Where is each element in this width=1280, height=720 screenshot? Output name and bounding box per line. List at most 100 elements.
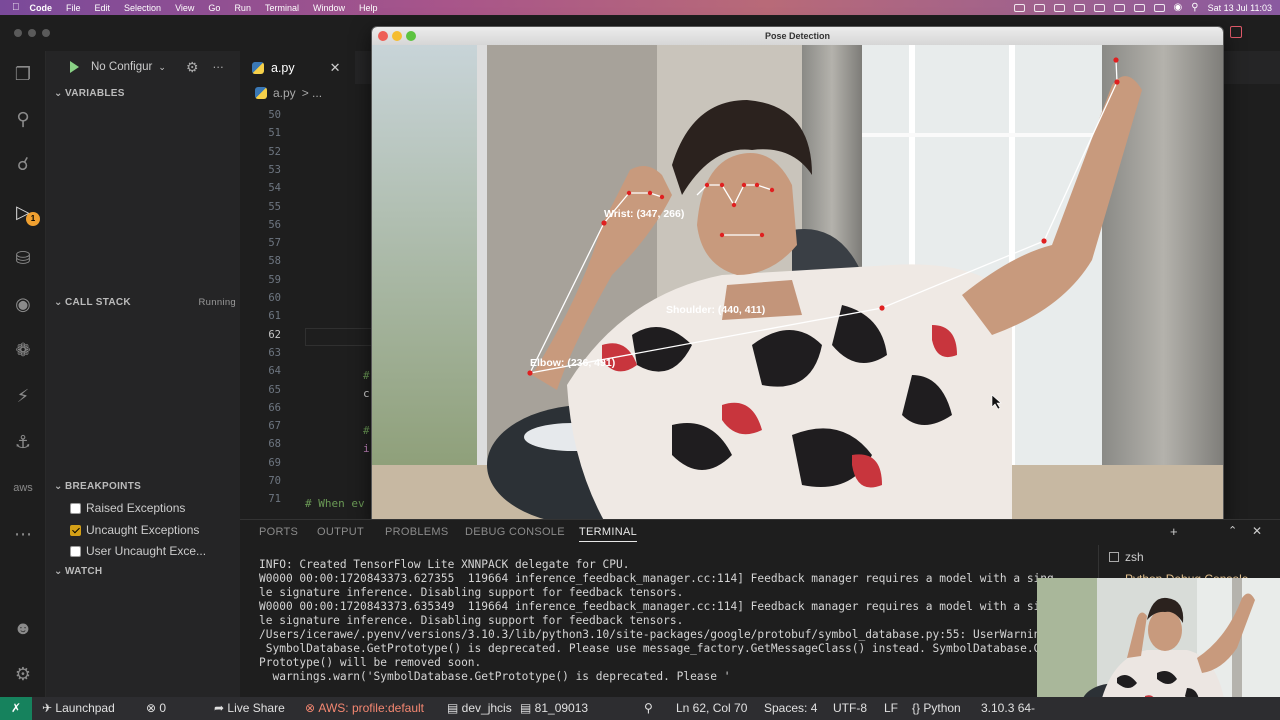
line-number[interactable]: 55 [268,201,281,213]
apple-icon[interactable]:  [12,2,20,13]
menu-file[interactable]: File [66,3,81,13]
menu-app-name[interactable]: Code [30,3,53,13]
line-number[interactable]: 68 [268,438,281,450]
code-fragment[interactable]: i [363,442,370,455]
tab-terminal[interactable]: TERMINAL [579,526,638,542]
line-number[interactable]: 60 [268,292,281,304]
line-number[interactable]: 59 [268,274,281,286]
docker-icon[interactable]: ⚓ [10,429,36,455]
github-icon[interactable]: ◉ [10,291,36,317]
wifi-icon[interactable]: ◉ [1174,2,1183,13]
layout-toggle-icon[interactable] [1230,26,1242,38]
explorer-icon[interactable]: ❐ [10,61,36,87]
pose-window-titlebar[interactable]: Pose Detection [372,27,1223,45]
line-number[interactable]: 66 [268,402,281,414]
line-number[interactable]: 70 [268,475,281,487]
line-number[interactable]: 71 [268,493,281,505]
tab-problems[interactable]: PROBLEMS [385,526,449,538]
more-actions-icon[interactable]: ⋯ [212,60,224,74]
python-interpreter[interactable]: 3.10.3 64- [981,697,1035,720]
code-fragment[interactable]: # When ev [305,497,365,510]
search-icon[interactable]: ☌ [10,151,36,177]
branch-indicator-2[interactable]: ▤ 81_09013 [520,697,588,720]
start-debugging-icon[interactable] [70,61,79,73]
aws-icon[interactable]: aws [10,475,36,501]
window-minimize-button[interactable] [28,29,36,37]
pose-detection-window[interactable]: Pose Detection Wrist: (347, 266) Shoulde… [371,26,1224,525]
tray-icon[interactable] [1093,3,1105,12]
gear-icon[interactable]: ⚙ [186,59,199,76]
battery-icon[interactable] [1153,3,1165,12]
tray-icon[interactable] [1113,3,1125,12]
line-number[interactable]: 63 [268,347,281,359]
menu-view[interactable]: View [175,3,194,13]
terminal-item-zsh[interactable]: zsh [1109,550,1144,564]
add-terminal-icon[interactable]: + [1170,524,1178,539]
menu-window[interactable]: Window [313,3,345,13]
checkbox-checked[interactable] [70,524,81,536]
launchpad-button[interactable]: ✈ Launchpad [42,697,115,720]
menubar-clock[interactable]: Sat 13 Jul 11:03 [1208,3,1272,13]
tray-icon[interactable] [1073,3,1085,12]
menu-terminal[interactable]: Terminal [265,3,299,13]
line-number[interactable]: 54 [268,182,281,194]
end-of-line[interactable]: LF [884,697,898,720]
line-number[interactable]: 58 [268,255,281,267]
chevron-down-icon[interactable]: ⌄ [158,62,166,73]
menu-go[interactable]: Go [208,3,220,13]
breadcrumb-file[interactable]: a.py [273,86,296,100]
aws-profile-button[interactable]: ⊗ AWS: profile:default [305,697,424,720]
pose-zoom-button[interactable] [406,31,416,41]
database-icon[interactable]: ⛁ [10,245,36,271]
line-number[interactable]: 50 [268,109,281,121]
zoom-icon[interactable]: ⚲ [644,697,653,720]
kubernetes-icon[interactable]: ❁ [10,337,36,363]
live-share-button[interactable]: ➦ Live Share [214,697,285,720]
remote-indicator-icon[interactable]: ✗ [0,697,32,720]
menu-help[interactable]: Help [359,3,378,13]
code-fragment[interactable]: c [363,387,370,400]
watch-section-header[interactable]: ⌄ WATCH [54,566,102,577]
pose-minimize-button[interactable] [392,31,402,41]
close-panel-icon[interactable]: ✕ [1252,524,1262,538]
line-number[interactable]: 67 [268,420,281,432]
code-fragment[interactable]: # [363,369,370,382]
branch-indicator[interactable]: ▤ dev_jhcis [447,697,512,720]
tray-icon[interactable] [1033,3,1045,12]
language-mode[interactable]: {} Python [912,697,961,720]
checkbox[interactable] [70,545,81,557]
line-number[interactable]: 52 [268,146,281,158]
settings-gear-icon[interactable]: ⚙ [10,661,36,687]
line-number[interactable]: 64 [268,365,281,377]
tray-icon[interactable] [1013,3,1025,12]
line-number[interactable]: 61 [268,310,281,322]
tray-icon[interactable] [1133,3,1145,12]
encoding[interactable]: UTF-8 [833,697,867,720]
source-control-icon[interactable]: ⚲ [10,106,36,132]
breakpoints-section-header[interactable]: ⌄ BREAKPOINTS [54,481,141,492]
call-stack-section-header[interactable]: ⌄ CALL STACK Running [54,297,236,308]
checkbox[interactable] [70,502,81,514]
breadcrumb-symbols[interactable]: > ... [302,86,322,100]
debug-config-select[interactable]: No Configur [91,61,152,73]
line-number[interactable]: 56 [268,219,281,231]
pose-close-button[interactable] [378,31,388,41]
tab-debug-console[interactable]: DEBUG CONSOLE [465,526,565,538]
menu-run[interactable]: Run [234,3,251,13]
line-number[interactable]: 65 [268,384,281,396]
window-zoom-button[interactable] [42,29,50,37]
close-icon[interactable]: ✕ [330,60,341,76]
tab-output[interactable]: OUTPUT [317,526,364,538]
variables-section-header[interactable]: ⌄ VARIABLES [54,88,125,99]
window-close-button[interactable] [14,29,22,37]
more-icon[interactable]: ⋯ [10,521,36,547]
line-number[interactable]: 57 [268,237,281,249]
menu-edit[interactable]: Edit [95,3,111,13]
line-number[interactable]: 51 [268,127,281,139]
problems-indicator[interactable]: ⊗ 0 [146,697,166,720]
breakpoint-raised-exceptions[interactable]: Raised Exceptions [70,501,185,515]
chevron-up-icon[interactable]: ⌃ [1228,524,1237,537]
code-fragment[interactable]: # [363,424,370,437]
tab-a-py[interactable]: a.py ✕ [240,51,355,84]
menu-selection[interactable]: Selection [124,3,161,13]
